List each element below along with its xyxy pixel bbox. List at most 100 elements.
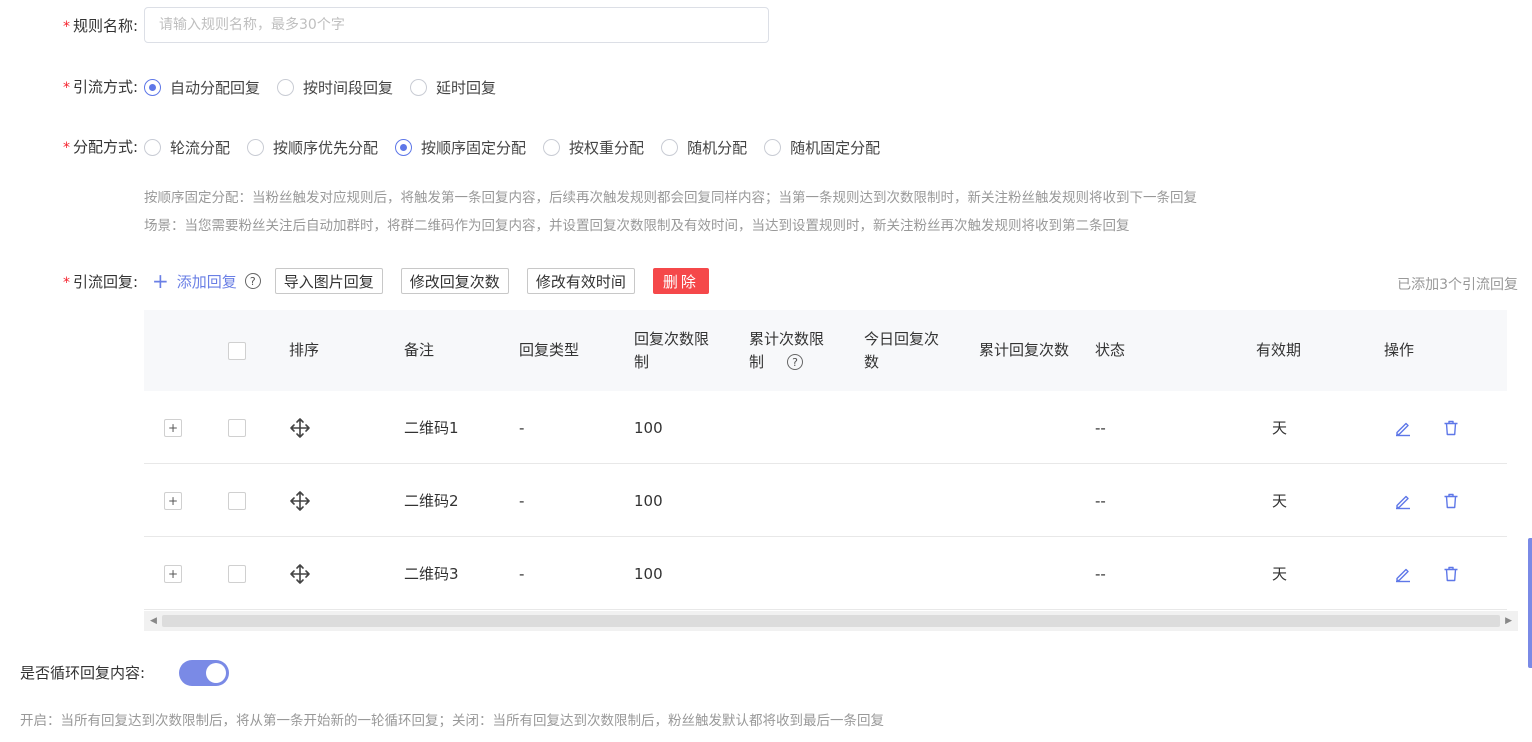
added-count-text: 已添加3个引流回复 (1397, 277, 1518, 293)
loop-reply-description: 开启：当所有回复达到次数限制后，将从第一条开始新的一轮循环回复；关闭：当所有回复… (20, 713, 884, 729)
scrollbar-thumb[interactable] (162, 615, 1500, 627)
header-validity: 有效期 (1256, 341, 1302, 359)
delete-icon[interactable] (1442, 464, 1460, 537)
row-validity: 天 (1272, 492, 1288, 510)
row-reply-type: - (519, 491, 525, 510)
assign-option-random[interactable]: 随机分配 (661, 135, 747, 159)
side-edge-tab[interactable] (1528, 538, 1532, 668)
row-status: -- (1095, 491, 1106, 510)
delete-icon[interactable] (1442, 391, 1460, 464)
help-icon[interactable]: ? (787, 354, 803, 370)
row-status: -- (1095, 418, 1106, 437)
radio-circle (277, 78, 295, 96)
assign-option-order-priority[interactable]: 按顺序优先分配 (247, 135, 378, 159)
radio-circle (661, 138, 679, 156)
header-select-all (228, 310, 246, 391)
flow-reply-label-text: 引流回复: (72, 273, 138, 291)
reply-toolbar: + 添加回复 ? 导入图片回复 修改回复次数 修改有效时间 删除 (152, 268, 709, 294)
header-cumulative-count: 累计回复次数 (979, 341, 1070, 359)
header-reply-type: 回复类型 (519, 341, 580, 359)
row-remark: 二维码2 (404, 492, 459, 510)
row-reply-limit: 100 (634, 564, 663, 583)
rule-name-input[interactable] (144, 7, 769, 43)
loop-reply-label: 是否循环回复内容: (20, 664, 146, 682)
row-checkbox[interactable] (228, 491, 246, 510)
assign-option-random-fixed[interactable]: 随机固定分配 (764, 135, 880, 159)
delete-icon[interactable] (1442, 537, 1460, 610)
drag-handle-icon[interactable] (289, 537, 311, 610)
row-reply-type: - (519, 418, 525, 437)
toggle-knob (206, 663, 226, 683)
radio-circle (764, 138, 782, 156)
help-icon[interactable]: ? (244, 273, 261, 289)
plus-icon: + (152, 269, 169, 293)
assign-mode-scenario: 场景：当您需要粉丝关注后自动加群时，将群二维码作为回复内容，并设置回复次数限制及… (144, 218, 1130, 234)
radio-label: 按权重分配 (569, 138, 645, 157)
flow-mode-option-auto[interactable]: 自动分配回复 (144, 75, 260, 99)
header-remark: 备注 (404, 341, 435, 359)
header-cumulative-limit: 累计次数限制 ? (749, 310, 829, 391)
edit-valid-time-button[interactable]: 修改有效时间 (526, 268, 635, 294)
radio-label: 自动分配回复 (170, 78, 261, 97)
edit-icon[interactable] (1394, 391, 1412, 464)
row-reply-type: - (519, 564, 525, 583)
assign-option-round-robin[interactable]: 轮流分配 (144, 135, 230, 159)
required-mark: * (62, 80, 70, 96)
edit-icon[interactable] (1394, 464, 1412, 537)
row-checkbox[interactable] (228, 418, 246, 437)
edit-reply-count-button[interactable]: 修改回复次数 (400, 268, 509, 294)
drag-handle-icon[interactable] (289, 464, 311, 537)
table-header: 排序 备注 回复类型 回复次数限制 累计次数限制 ? 今日回复次数 累计回复次数… (144, 310, 1507, 391)
row-checkbox[interactable] (228, 564, 246, 583)
radio-label: 按顺序固定分配 (421, 138, 527, 157)
row-validity: 天 (1272, 419, 1288, 437)
expand-row-button[interactable]: + (164, 418, 182, 437)
assign-option-weight[interactable]: 按权重分配 (543, 135, 644, 159)
table-row: + 二维码1 - 100 -- 天 (144, 391, 1507, 464)
add-reply-label: 添加回复 (176, 272, 237, 291)
loop-reply-toggle[interactable] (179, 660, 229, 686)
required-mark: * (62, 140, 70, 156)
flow-reply-label: * 引流回复: (48, 271, 138, 292)
radio-circle (247, 138, 265, 156)
header-reply-limit: 回复次数限制 (634, 329, 710, 371)
assign-option-order-fixed[interactable]: 按顺序固定分配 (395, 135, 526, 159)
radio-label: 按时间段回复 (303, 78, 394, 97)
drag-handle-icon[interactable] (289, 391, 311, 464)
flow-mode-radio-group: 自动分配回复 按时间段回复 延时回复 (144, 75, 514, 99)
row-remark: 二维码3 (404, 565, 459, 583)
table-horizontal-scrollbar[interactable]: ◀ ▶ (144, 611, 1518, 631)
required-mark: * (62, 275, 70, 291)
assign-mode-label-text: 分配方式: (72, 138, 138, 156)
radio-circle (144, 78, 161, 96)
header-status: 状态 (1095, 341, 1126, 359)
expand-row-button[interactable]: + (164, 491, 182, 510)
scroll-right-arrow-icon[interactable]: ▶ (1505, 616, 1512, 626)
row-validity: 天 (1272, 565, 1288, 583)
assign-mode-label: * 分配方式: (48, 136, 138, 157)
radio-label: 随机固定分配 (790, 138, 881, 157)
radio-label: 轮流分配 (170, 138, 231, 157)
rule-name-label-text: 规则名称: (72, 17, 138, 35)
row-reply-limit: 100 (634, 491, 663, 510)
flow-mode-option-time[interactable]: 按时间段回复 (277, 75, 393, 99)
radio-label: 延时回复 (436, 78, 497, 97)
flow-mode-option-delay[interactable]: 延时回复 (410, 75, 496, 99)
rule-name-label: * 规则名称: (48, 15, 138, 36)
radio-circle (543, 138, 561, 156)
header-today-count: 今日回复次数 (864, 329, 940, 371)
import-image-reply-button[interactable]: 导入图片回复 (274, 268, 383, 294)
add-reply-button[interactable]: + 添加回复 (152, 271, 237, 292)
table-row: + 二维码3 - 100 -- 天 (144, 537, 1507, 610)
row-remark: 二维码1 (404, 419, 459, 437)
flow-mode-label-text: 引流方式: (72, 78, 138, 96)
scroll-left-arrow-icon[interactable]: ◀ (150, 616, 157, 626)
row-reply-limit: 100 (634, 418, 663, 437)
radio-label: 随机分配 (687, 138, 748, 157)
flow-mode-label: * 引流方式: (48, 76, 138, 97)
delete-button[interactable]: 删除 (652, 268, 709, 294)
assign-mode-radio-group: 轮流分配 按顺序优先分配 按顺序固定分配 按权重分配 随机分配 随机固定分配 (144, 135, 898, 159)
expand-row-button[interactable]: + (164, 564, 182, 583)
select-all-checkbox[interactable] (228, 341, 246, 360)
edit-icon[interactable] (1394, 537, 1412, 610)
